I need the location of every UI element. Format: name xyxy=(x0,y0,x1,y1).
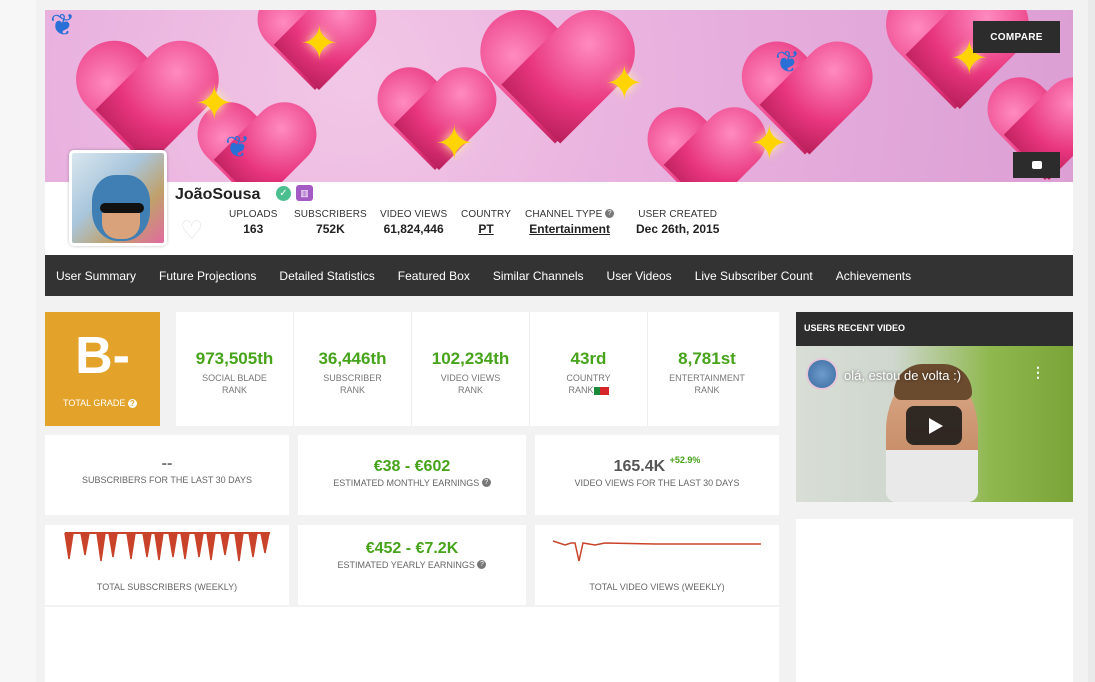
total-grade-card: B- TOTAL GRADE ? xyxy=(45,312,160,426)
stat-country: COUNTRY PT xyxy=(461,209,511,236)
stat-video-views: VIDEO VIEWS 61,824,446 xyxy=(380,209,448,236)
sparkle-icon xyxy=(195,80,235,126)
stat-uploads: UPLOADS 163 xyxy=(229,209,278,236)
video-title[interactable]: olá, estou de volta :) xyxy=(844,368,961,383)
butterfly-icon: ❦ xyxy=(775,46,801,79)
play-button[interactable] xyxy=(906,406,962,445)
butterfly-icon: ❦ xyxy=(50,10,76,42)
help-icon[interactable]: ? xyxy=(477,560,487,569)
nav-user-summary[interactable]: User Summary xyxy=(56,269,136,283)
grade-label: TOTAL GRADE xyxy=(63,398,126,408)
views-delta: +52.9% xyxy=(669,455,701,465)
ranks-panel: 973,505th SOCIAL BLADE RANK 36,446th SUBS… xyxy=(176,312,779,426)
video-player[interactable]: olá, estou de volta :) ⋮ xyxy=(796,346,1073,502)
nav-similar-channels[interactable]: Similar Channels xyxy=(493,269,584,283)
youtube-icon xyxy=(1031,161,1042,169)
subs-30-days-card: -- SUBSCRIBERS FOR THE LAST 30 DAYS xyxy=(45,435,289,515)
country-link[interactable]: PT xyxy=(461,222,511,236)
rank-country: 43rd COUNTRY RANK xyxy=(530,312,648,426)
more-options-icon[interactable]: ⋮ xyxy=(1031,364,1045,381)
nav-featured-box[interactable]: Featured Box xyxy=(398,269,470,283)
views-30-days-card: 165.4K +52.9% VIDEO VIEWS FOR THE LAST 3… xyxy=(535,435,779,515)
channel-type-link[interactable]: Entertainment xyxy=(525,222,614,236)
rank-video-views: 102,234th VIDEO VIEWS RANK xyxy=(412,312,530,426)
channel-banner: ❦ ❦ ❦ COMPARE xyxy=(45,10,1073,182)
avatar xyxy=(69,150,167,246)
channel-name: JoãoSousa xyxy=(175,186,261,203)
sparkle-icon xyxy=(435,120,475,166)
nav-achievements[interactable]: Achievements xyxy=(836,269,911,283)
rank-entertainment: 8,781st ENTERTAINMENT RANK xyxy=(669,349,745,395)
help-icon[interactable]: ? xyxy=(481,478,491,487)
stat-channel-type: CHANNEL TYPE ? Entertainment xyxy=(525,209,615,236)
help-icon[interactable]: ? xyxy=(127,399,137,408)
play-icon xyxy=(929,417,943,434)
favorite-heart-icon[interactable]: ♡ xyxy=(180,215,203,246)
yearly-earnings-card: €452 - €7.2K ESTIMATED YEARLY EARNINGS ? xyxy=(298,525,526,605)
subs-weekly-card: TOTAL SUBSCRIBERS (WEEKLY) xyxy=(45,525,289,605)
portugal-flag-icon xyxy=(593,386,609,395)
verified-badge-icon: ✓ xyxy=(276,186,291,201)
nav-future-projections[interactable]: Future Projections xyxy=(159,269,256,283)
compare-button[interactable]: COMPARE xyxy=(973,21,1060,53)
nav-user-videos[interactable]: User Videos xyxy=(607,269,672,283)
monthly-earnings-card: €38 - €602 ESTIMATED MONTHLY EARNINGS ? xyxy=(298,435,526,515)
recent-video-heading: USERS RECENT VIDEO xyxy=(804,323,906,333)
rank-social-blade: 973,505th SOCIAL BLADE RANK xyxy=(176,312,294,426)
stat-subscribers: SUBSCRIBERS 752K xyxy=(294,209,367,236)
help-icon[interactable]: ? xyxy=(605,209,615,218)
youtube-link-button[interactable] xyxy=(1013,152,1060,178)
sparkle-icon xyxy=(605,60,645,106)
nav-live-subscriber-count[interactable]: Live Subscriber Count xyxy=(695,269,813,283)
sparkle-icon xyxy=(750,120,790,166)
stat-user-created: USER CREATED Dec 26th, 2015 xyxy=(636,209,720,236)
channel-nav: User Summary Future Projections Detailed… xyxy=(45,255,1073,296)
views-weekly-card: TOTAL VIDEO VIEWS (WEEKLY) xyxy=(535,525,779,605)
page-gutter xyxy=(0,0,36,682)
channel-avatar-icon[interactable] xyxy=(806,358,838,390)
stats-badge-icon[interactable]: ▥ xyxy=(296,185,313,201)
nav-detailed-statistics[interactable]: Detailed Statistics xyxy=(279,269,374,283)
views-weekly-sparkline xyxy=(552,540,761,562)
sidebar-ad-area xyxy=(796,519,1073,682)
content-area xyxy=(45,607,779,682)
recent-video-panel: USERS RECENT VIDEO olá, estou de volta :… xyxy=(796,312,1073,502)
butterfly-icon: ❦ xyxy=(225,131,251,164)
grade-letter: B- xyxy=(75,327,130,385)
sparkle-icon xyxy=(300,20,340,66)
subs-weekly-sparkline xyxy=(64,532,270,562)
rank-subscriber: 36,446th SUBSCRIBER RANK xyxy=(294,312,412,426)
